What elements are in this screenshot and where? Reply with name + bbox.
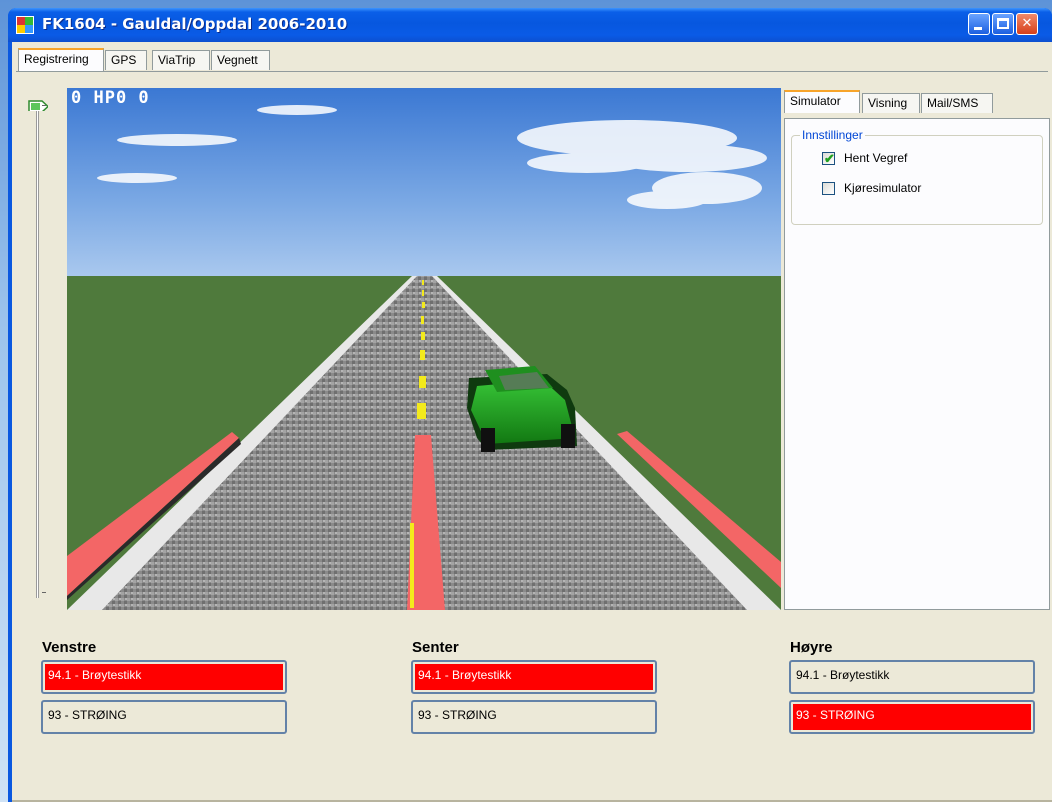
checkbox-label: Kjøresimulator	[844, 181, 922, 195]
client-area: Registrering GPS ViaTrip Vegnett 0 HP0 0…	[12, 42, 1052, 802]
center-lane-item-brøytestikk[interactable]: 94.1 - Brøytestikk	[411, 660, 657, 694]
maximize-icon[interactable]	[992, 13, 1014, 35]
tab-visning[interactable]: Visning	[862, 93, 920, 113]
tab-label: Vegnett	[217, 53, 258, 67]
side-panel: Simulator Visning Mail/SMS Innstillinger…	[784, 90, 1050, 610]
center-lane-item-strøing[interactable]: 93 - STRØING	[411, 700, 657, 734]
tab-registrering[interactable]: Registrering	[18, 48, 104, 71]
minimize-icon[interactable]	[968, 13, 990, 35]
field-label: 94.1 - Brøytestikk	[45, 664, 283, 690]
simulator-tab-panel: Innstillinger ✔ Hent Vegref Kjøresimulat…	[784, 118, 1050, 610]
hud-readout: 0 HP0 0	[71, 88, 150, 108]
slider-tick	[42, 592, 46, 593]
app-icon[interactable]	[16, 16, 34, 34]
checkbox-box[interactable]: ✔	[822, 151, 835, 166]
slider-track	[36, 108, 39, 598]
vertical-slider[interactable]	[32, 108, 42, 598]
left-lane-item-strøing[interactable]: 93 - STRØING	[41, 700, 287, 734]
tab-label: Registrering	[24, 52, 89, 66]
field-label: 93 - STRØING	[793, 704, 1031, 730]
tab-viatrip[interactable]: ViaTrip	[152, 50, 210, 70]
checkbox-box[interactable]	[822, 182, 835, 195]
tab-vegnett[interactable]: Vegnett	[211, 50, 270, 70]
field-label: 93 - STRØING	[415, 704, 653, 730]
field-label: 94.1 - Brøytestikk	[793, 664, 1031, 690]
tab-label: ViaTrip	[158, 53, 196, 67]
tab-label: Visning	[868, 96, 908, 110]
right-lane-item-brøytestikk[interactable]: 94.1 - Brøytestikk	[789, 660, 1035, 694]
slider-tick	[42, 105, 46, 106]
right-lane-title: Høyre	[790, 639, 833, 656]
settings-group-title: Innstillinger	[800, 128, 865, 142]
tab-label: Mail/SMS	[927, 96, 979, 110]
checkmark-icon: ✔	[824, 151, 835, 166]
left-lane-item-brøytestikk[interactable]: 94.1 - Brøytestikk	[41, 660, 287, 694]
tab-gps[interactable]: GPS	[105, 50, 147, 70]
close-icon[interactable]: ✕	[1016, 13, 1038, 35]
right-lane-item-strøing[interactable]: 93 - STRØING	[789, 700, 1035, 734]
tab-simulator[interactable]: Simulator	[784, 90, 860, 113]
tab-mail-sms[interactable]: Mail/SMS	[921, 93, 993, 113]
field-label: 94.1 - Brøytestikk	[415, 664, 653, 690]
window-title: FK1604 - Gauldal/Oppdal 2006-2010	[42, 15, 348, 33]
title-bar[interactable]: FK1604 - Gauldal/Oppdal 2006-2010 ✕	[8, 8, 1052, 42]
simulator-view[interactable]: 0 HP0 0	[67, 88, 781, 610]
tab-label: Simulator	[790, 94, 841, 108]
app-window: FK1604 - Gauldal/Oppdal 2006-2010 ✕ Regi…	[8, 8, 1052, 802]
field-label: 93 - STRØING	[45, 704, 283, 730]
tab-label: GPS	[111, 53, 137, 67]
road-scene	[67, 88, 781, 610]
center-lane-title: Senter	[412, 639, 459, 656]
left-lane-title: Venstre	[42, 639, 97, 656]
checkbox-label: Hent Vegref	[844, 151, 908, 165]
settings-group: Innstillinger ✔ Hent Vegref Kjøresimulat…	[791, 128, 1043, 225]
tab-panel-border	[16, 71, 1048, 72]
